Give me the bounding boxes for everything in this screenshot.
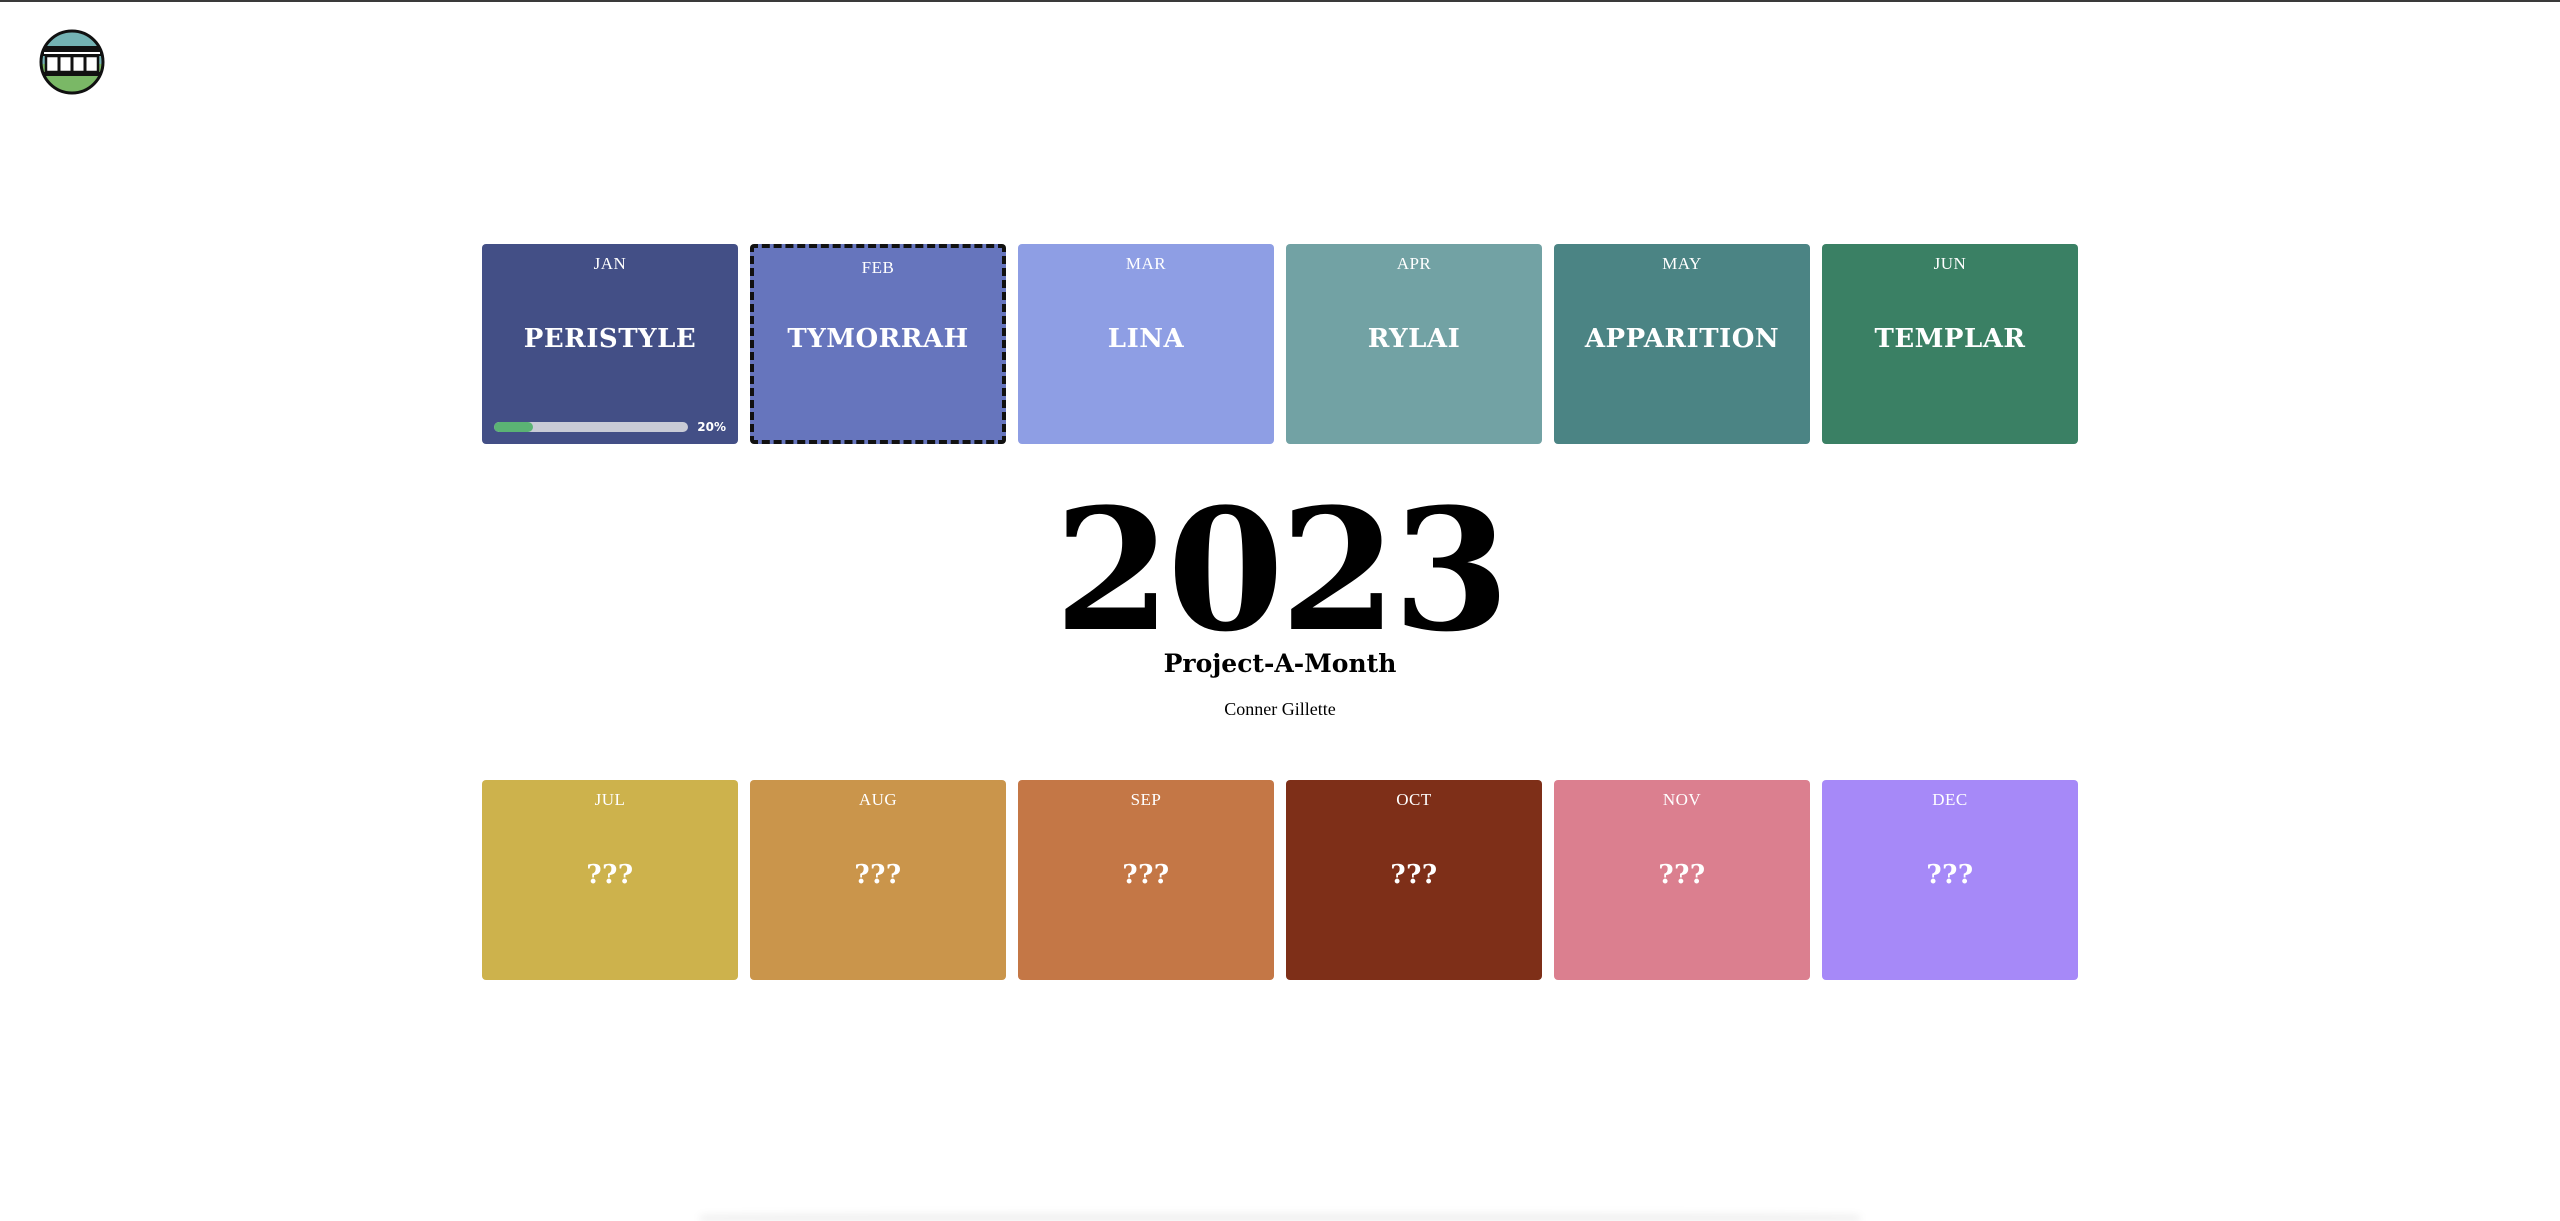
card-month: MAR bbox=[1125, 254, 1167, 273]
project-card-apr[interactable]: APR RYLAI bbox=[1286, 244, 1542, 444]
card-title: PERISTYLE bbox=[523, 324, 697, 354]
progress-percent: 20% bbox=[697, 420, 726, 434]
project-card-dec[interactable]: DEC ??? bbox=[1822, 780, 2078, 980]
second-half-projects: JUL ??? AUG ??? SEP ??? OCT ??? NOV ??? … bbox=[482, 780, 2078, 980]
year-title: 2023 bbox=[1054, 471, 1510, 669]
card-title: APPARITION bbox=[1584, 324, 1780, 354]
card-month: JUN bbox=[1933, 254, 1967, 273]
card-month: FEB bbox=[861, 258, 895, 277]
project-card-oct[interactable]: OCT ??? bbox=[1286, 780, 1542, 980]
progress-fill bbox=[494, 422, 533, 432]
project-card-jan[interactable]: JAN PERISTYLE 20% bbox=[482, 244, 738, 444]
project-card-aug[interactable]: AUG ??? bbox=[750, 780, 1006, 980]
card-title: ??? bbox=[854, 860, 902, 890]
card-title: ??? bbox=[1926, 860, 1974, 890]
card-month: OCT bbox=[1396, 790, 1432, 809]
card-title: TYMORRAH bbox=[787, 324, 969, 354]
card-month: APR bbox=[1396, 254, 1432, 273]
bottom-shadow bbox=[700, 1211, 1860, 1221]
card-month: DEC bbox=[1932, 790, 1968, 809]
project-card-sep[interactable]: SEP ??? bbox=[1018, 780, 1274, 980]
card-month: NOV bbox=[1662, 790, 1702, 809]
card-month: SEP bbox=[1130, 790, 1162, 809]
author-name: Conner Gillette bbox=[1224, 699, 1336, 719]
page-subtitle: Project-A-Month bbox=[1163, 649, 1397, 678]
first-half-projects: JAN PERISTYLE 20% FEB TYMORRAH MAR LINA … bbox=[482, 244, 2078, 444]
card-title: ??? bbox=[1390, 860, 1438, 890]
temple-columns-icon bbox=[39, 29, 105, 95]
progress-bar bbox=[494, 422, 688, 432]
card-month: JAN bbox=[593, 254, 627, 273]
window-top-rule bbox=[0, 0, 2560, 2]
card-title: ??? bbox=[1658, 860, 1706, 890]
project-card-feb[interactable]: FEB TYMORRAH bbox=[750, 244, 1006, 444]
logo-link[interactable] bbox=[38, 28, 106, 96]
project-card-mar[interactable]: MAR LINA bbox=[1018, 244, 1274, 444]
card-month: JUL bbox=[594, 790, 626, 809]
project-card-jul[interactable]: JUL ??? bbox=[482, 780, 738, 980]
card-title: ??? bbox=[586, 860, 634, 890]
card-title: TEMPLAR bbox=[1874, 324, 2026, 354]
project-card-may[interactable]: MAY APPARITION bbox=[1554, 244, 1810, 444]
card-month: MAY bbox=[1662, 254, 1702, 273]
project-card-jun[interactable]: JUN TEMPLAR bbox=[1822, 244, 2078, 444]
project-card-nov[interactable]: NOV ??? bbox=[1554, 780, 1810, 980]
card-title: LINA bbox=[1107, 324, 1185, 354]
card-month: AUG bbox=[858, 790, 898, 809]
card-title: ??? bbox=[1122, 860, 1170, 890]
card-title: RYLAI bbox=[1367, 324, 1461, 354]
